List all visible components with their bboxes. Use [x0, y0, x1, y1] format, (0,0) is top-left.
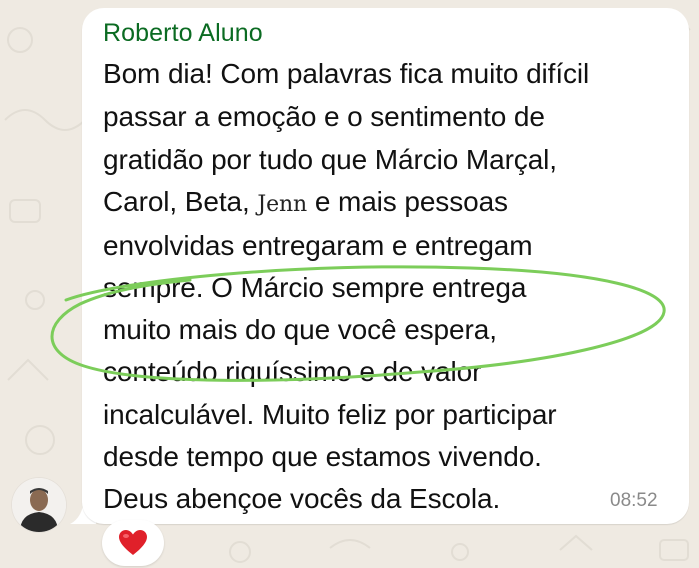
message-line: incalculável. Muito feliz por participar — [103, 399, 557, 430]
message-timestamp: 08:52 — [610, 490, 658, 511]
message-line: sempre. O Márcio sempre entrega — [103, 272, 527, 303]
message-line: desde tempo que estamos vivendo. — [103, 441, 542, 472]
mention-handle[interactable]: Jenn — [257, 192, 307, 217]
message-line: muito mais do que você espera, — [103, 314, 497, 345]
message-line: Bom dia! Com palavras fica muito difícil — [103, 58, 590, 89]
message-text: e mais pessoas — [314, 186, 508, 217]
reaction-badge[interactable] — [102, 520, 164, 566]
message-line: Deus abençoe vocês da Escola. — [103, 483, 501, 514]
message-text: Carol, Beta, — [103, 186, 250, 217]
sender-avatar[interactable] — [12, 478, 66, 532]
red-heart-icon — [119, 530, 147, 555]
sender-name[interactable]: Roberto Aluno — [103, 19, 263, 48]
message-line: envolvidas entregaram e entregam — [103, 230, 533, 261]
message-line: gratidão por tudo que Márcio Marçal, — [103, 144, 557, 175]
message-line: conteúdo riquíssimo e de valor — [103, 356, 482, 387]
message-line: Carol, Beta, Jenn e mais pessoas — [103, 185, 508, 222]
message-line: passar a emoção e o sentimento de — [103, 101, 545, 132]
